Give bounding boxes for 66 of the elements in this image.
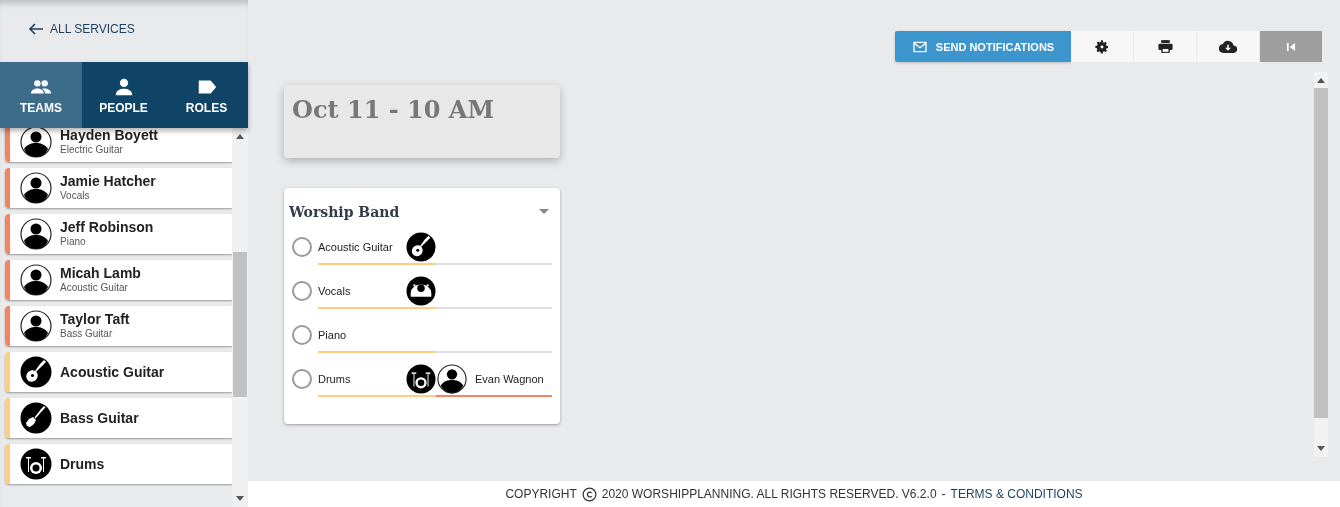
avatar-icon [20, 172, 52, 204]
download-button[interactable] [1197, 31, 1260, 62]
scroll-up-icon[interactable] [1317, 77, 1325, 83]
tab[interactable]: PEOPLE [82, 62, 165, 128]
person-role: Vocals [60, 189, 91, 203]
guitar-icon [20, 402, 52, 434]
role-card[interactable]: Drums [5, 444, 232, 484]
scrollbar[interactable] [232, 128, 248, 507]
role-card[interactable]: Acoustic Guitar [5, 352, 232, 392]
person-card[interactable]: Hayden Boyett Electric Guitar [5, 128, 232, 162]
copyright-icon [581, 486, 597, 502]
person-name: Jamie Hatcher [60, 173, 156, 189]
person-name: Hayden Boyett [60, 128, 159, 143]
scroll-down-icon[interactable] [236, 496, 244, 502]
slot-role: Acoustic Guitar [318, 240, 393, 253]
person-name: Taylor Taft [60, 311, 130, 327]
copyright-label: COPYRIGHT [505, 487, 577, 501]
team-name: Worship Band [289, 204, 400, 220]
avatar-icon [20, 264, 52, 296]
singer-icon [406, 275, 436, 306]
tab[interactable]: ROLES [165, 62, 248, 128]
tab[interactable]: TEAMS [0, 62, 82, 128]
person-card[interactable]: Jeff Robinson Piano [5, 214, 232, 254]
person-card[interactable]: Jamie Hatcher Vocals [5, 168, 232, 208]
back-arrow-icon [28, 21, 44, 37]
person-role: Piano [60, 235, 87, 249]
avatar-icon [20, 128, 52, 158]
person-card[interactable]: Taylor Taft Bass Guitar [5, 306, 232, 346]
slot-role: Vocals [318, 284, 351, 297]
drum-kit-icon [406, 363, 436, 394]
avatar-icon [437, 363, 467, 394]
assigned-person: Evan Wagnon [475, 372, 544, 385]
person-role: Bass Guitar [60, 327, 114, 341]
radio-button[interactable] [292, 325, 312, 345]
scroll-down-icon[interactable] [1317, 446, 1325, 452]
person-role: Electric Guitar [60, 143, 124, 157]
guitar-icon [20, 356, 52, 388]
person-card[interactable]: Micah Lamb Acoustic Guitar [5, 260, 232, 300]
terms-link[interactable]: TERMS & CONDITIONS [950, 487, 1083, 501]
scrollbar[interactable] [1314, 72, 1328, 457]
person-role: Acoustic Guitar [60, 281, 129, 295]
role-name: Acoustic Guitar [60, 364, 165, 380]
back-link[interactable]: ALL SERVICES [28, 21, 135, 37]
slot-role: Drums [318, 372, 351, 385]
role-card[interactable]: Bass Guitar [5, 398, 232, 438]
avatar-icon [20, 310, 52, 342]
copyright-text: 2020 WORSHIPPLANNING. ALL RIGHTS RESERVED. V6.2.0 [601, 487, 937, 501]
scroll-up-icon[interactable] [236, 133, 244, 139]
printer-icon [1156, 38, 1174, 55]
footer-separator: - [941, 487, 946, 501]
service-title: Oct 11 - 10 AM [292, 95, 495, 124]
radio-button[interactable] [292, 237, 312, 257]
drum-kit-icon [20, 448, 52, 480]
role-name: Drums [60, 456, 105, 472]
avatar-icon [20, 218, 52, 250]
settings-button[interactable] [1071, 31, 1134, 62]
print-button[interactable] [1134, 31, 1197, 62]
person-name: Micah Lamb [60, 265, 141, 281]
guitar-icon [406, 231, 436, 262]
radio-button[interactable] [292, 281, 312, 301]
caret-icon[interactable] [539, 209, 549, 215]
role-name: Bass Guitar [60, 410, 139, 426]
person-name: Jeff Robinson [60, 219, 154, 235]
settings-icon [1094, 38, 1110, 55]
slot-role: Piano [318, 328, 347, 341]
radio-button[interactable] [292, 369, 312, 389]
